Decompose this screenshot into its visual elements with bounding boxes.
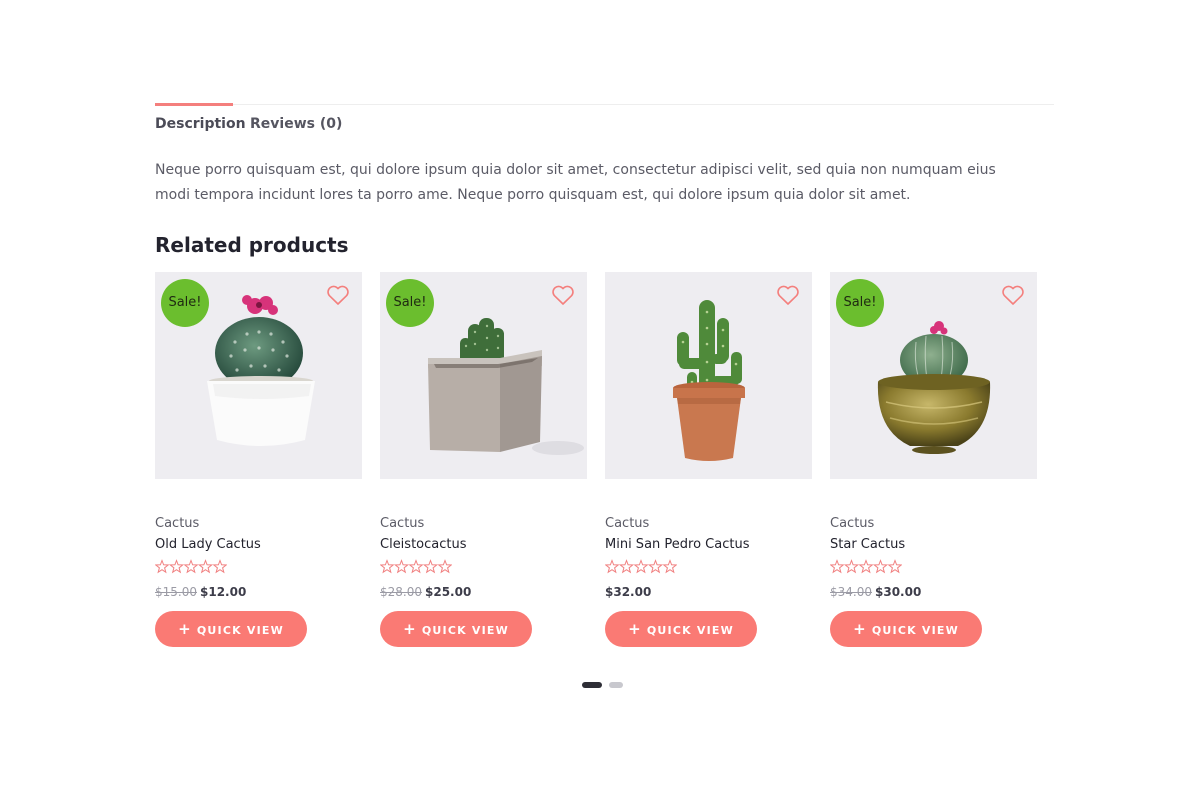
product-tabs: Description Reviews (0) <box>155 103 1054 144</box>
plus-icon: + <box>853 620 867 638</box>
carousel-dot[interactable] <box>609 682 623 688</box>
original-price: $28.00 <box>380 585 422 599</box>
product-price: $15.00 $12.00 <box>155 585 246 599</box>
quick-view-button[interactable]: + QUICK VIEW <box>155 611 307 647</box>
product-card: Sale! Cactus Star Cactus $34.00 $30.00 + Q… <box>830 272 1037 652</box>
sale-badge: Sale! <box>386 279 434 327</box>
sale-price: $30.00 <box>875 585 922 599</box>
product-card: Sale! Cactus Cleistocactus $28.00 $25.00 … <box>380 272 587 652</box>
quick-view-label: QUICK VIEW <box>196 624 284 637</box>
star-rating-icon <box>380 559 452 574</box>
original-price: $34.00 <box>830 585 872 599</box>
carousel-dot-active[interactable] <box>582 682 602 688</box>
product-name[interactable]: Cleistocactus <box>380 537 467 552</box>
tab-description[interactable]: Description <box>155 116 246 132</box>
active-tab-indicator <box>155 103 233 106</box>
sale-price: $12.00 <box>200 585 247 599</box>
product-image[interactable]: Sale! <box>380 272 587 479</box>
heart-outline-icon[interactable] <box>551 284 575 306</box>
heart-outline-icon[interactable] <box>1001 284 1025 306</box>
regular-price: $32.00 <box>605 585 652 599</box>
quick-view-button[interactable]: + QUICK VIEW <box>605 611 757 647</box>
product-name[interactable]: Star Cactus <box>830 537 905 552</box>
product-image[interactable]: Sale! <box>830 272 1037 479</box>
product-category[interactable]: Cactus <box>155 516 199 531</box>
tab-reviews[interactable]: Reviews (0) <box>250 116 342 132</box>
product-card: Sale! Cactus Old Lady Cactus $15.00 $12.0… <box>155 272 362 652</box>
product-image[interactable]: Sale! <box>155 272 362 479</box>
product-price: $34.00 $30.00 <box>830 585 921 599</box>
product-image[interactable] <box>605 272 812 479</box>
heart-outline-icon[interactable] <box>326 284 350 306</box>
quick-view-label: QUICK VIEW <box>421 624 509 637</box>
star-rating-icon <box>155 559 227 574</box>
sale-badge: Sale! <box>161 279 209 327</box>
star-rating-icon <box>830 559 902 574</box>
heart-outline-icon[interactable] <box>776 284 800 306</box>
quick-view-button[interactable]: + QUICK VIEW <box>830 611 982 647</box>
sale-badge: Sale! <box>836 279 884 327</box>
product-name[interactable]: Old Lady Cactus <box>155 537 261 552</box>
original-price: $15.00 <box>155 585 197 599</box>
plus-icon: + <box>178 620 192 638</box>
plus-icon: + <box>403 620 417 638</box>
product-category[interactable]: Cactus <box>605 516 649 531</box>
star-rating-icon <box>605 559 677 574</box>
sale-price: $25.00 <box>425 585 472 599</box>
product-card: Cactus Mini San Pedro Cactus $32.00 + QUI… <box>605 272 812 652</box>
product-price: $28.00 $25.00 <box>380 585 471 599</box>
description-text: Neque porro quisquam est, qui dolore ips… <box>155 162 996 203</box>
product-category[interactable]: Cactus <box>380 516 424 531</box>
quick-view-label: QUICK VIEW <box>646 624 734 637</box>
product-category[interactable]: Cactus <box>830 516 874 531</box>
related-products-title: Related products <box>155 233 349 257</box>
quick-view-label: QUICK VIEW <box>871 624 959 637</box>
product-name[interactable]: Mini San Pedro Cactus <box>605 537 749 552</box>
quick-view-button[interactable]: + QUICK VIEW <box>380 611 532 647</box>
product-price: $32.00 <box>605 585 651 599</box>
plus-icon: + <box>628 620 642 638</box>
